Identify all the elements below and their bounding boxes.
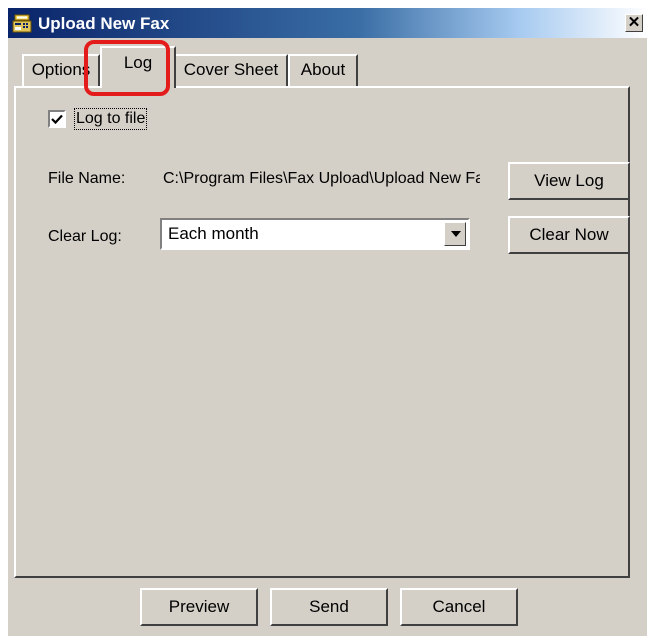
dropdown-button[interactable] [444,222,466,246]
chevron-down-icon [451,231,461,237]
tab-options-label: Options [31,60,91,79]
cancel-button[interactable]: Cancel [400,588,518,626]
tab-about-label: About [300,60,346,79]
log-tab-panel [14,86,630,578]
clear-now-button[interactable]: Clear Now [508,216,630,254]
cancel-button-label: Cancel [432,597,486,616]
log-tab-highlight [84,40,170,96]
close-icon: ✕ [627,14,641,31]
send-button[interactable]: Send [270,588,388,626]
clear-log-label: Clear Log: [48,228,122,245]
checkmark-icon [51,114,63,125]
send-button-label: Send [309,597,349,616]
file-name-value: C:\Program Files\Fax Upload\Upload New F… [163,170,480,187]
log-to-file-label[interactable]: Log to file [74,108,148,130]
clear-log-selected-value: Each month [168,224,259,243]
log-to-file-checkbox[interactable] [48,110,66,128]
clear-log-select[interactable]: Each month [160,218,470,250]
title-bar[interactable]: Upload New Fax ✕ [8,8,647,38]
view-log-button[interactable]: View Log [508,162,630,200]
window-title: Upload New Fax [38,14,170,33]
preview-button-label: Preview [168,597,230,616]
tab-about[interactable]: About [288,54,358,86]
fax-app-icon [12,14,32,33]
preview-button[interactable]: Preview [140,588,258,626]
file-name-label: File Name: [48,170,126,187]
clear-now-button-label: Clear Now [529,225,609,244]
view-log-button-label: View Log [534,171,604,190]
tab-cover-sheet-label: Cover Sheet [183,60,279,79]
close-button[interactable]: ✕ [625,14,643,32]
tab-cover-sheet[interactable]: Cover Sheet [174,54,288,86]
